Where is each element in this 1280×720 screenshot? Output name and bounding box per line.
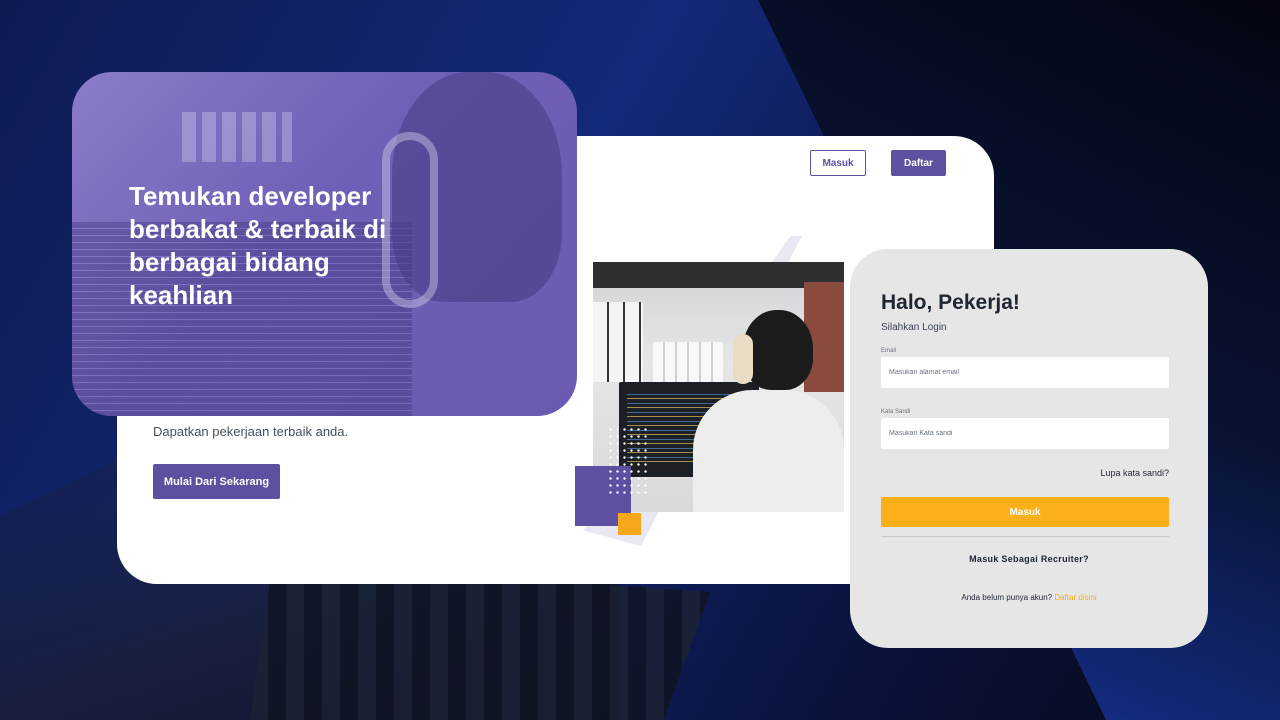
login-submit-button[interactable]: Masuk bbox=[881, 497, 1169, 527]
password-label: Kata Sandi bbox=[881, 409, 911, 415]
divider bbox=[881, 536, 1169, 537]
nav-register-button[interactable]: Daftar bbox=[891, 150, 946, 176]
background-building-windows bbox=[250, 560, 710, 720]
signup-prompt: Anda belum punya akun? Daftar disini bbox=[850, 593, 1208, 602]
decorative-yellow-square bbox=[618, 513, 641, 535]
nav-login-button[interactable]: Masuk bbox=[810, 150, 866, 176]
recruiter-login-link[interactable]: Masuk Sebagai Recruiter? bbox=[850, 554, 1208, 564]
developer-figure bbox=[693, 310, 844, 512]
headphones bbox=[733, 334, 753, 384]
get-started-button[interactable]: Mulai Dari Sekarang bbox=[153, 464, 280, 499]
landing-subtitle: Dapatkan pekerjaan terbaik anda. bbox=[153, 424, 349, 439]
hero-title: Temukan developer berbakat & terbaik di … bbox=[129, 181, 387, 310]
email-label: Email bbox=[881, 348, 897, 354]
login-title: Halo, Pekerja! bbox=[881, 291, 1020, 314]
decorative-dot-grid bbox=[607, 426, 647, 496]
signup-prompt-text: Anda belum punya akun? bbox=[961, 593, 1053, 602]
email-field[interactable] bbox=[881, 357, 1169, 388]
signup-link[interactable]: Daftar disini bbox=[1054, 593, 1096, 602]
hero-banner: Temukan developer berbakat & terbaik di … bbox=[72, 72, 577, 416]
forgot-password-link[interactable]: Lupa kata sandi? bbox=[1100, 468, 1169, 478]
login-subtitle: Silahkan Login bbox=[881, 322, 947, 333]
login-card: Halo, Pekerja! Silahkan Login Email Kata… bbox=[850, 249, 1208, 648]
password-field[interactable] bbox=[881, 418, 1169, 449]
